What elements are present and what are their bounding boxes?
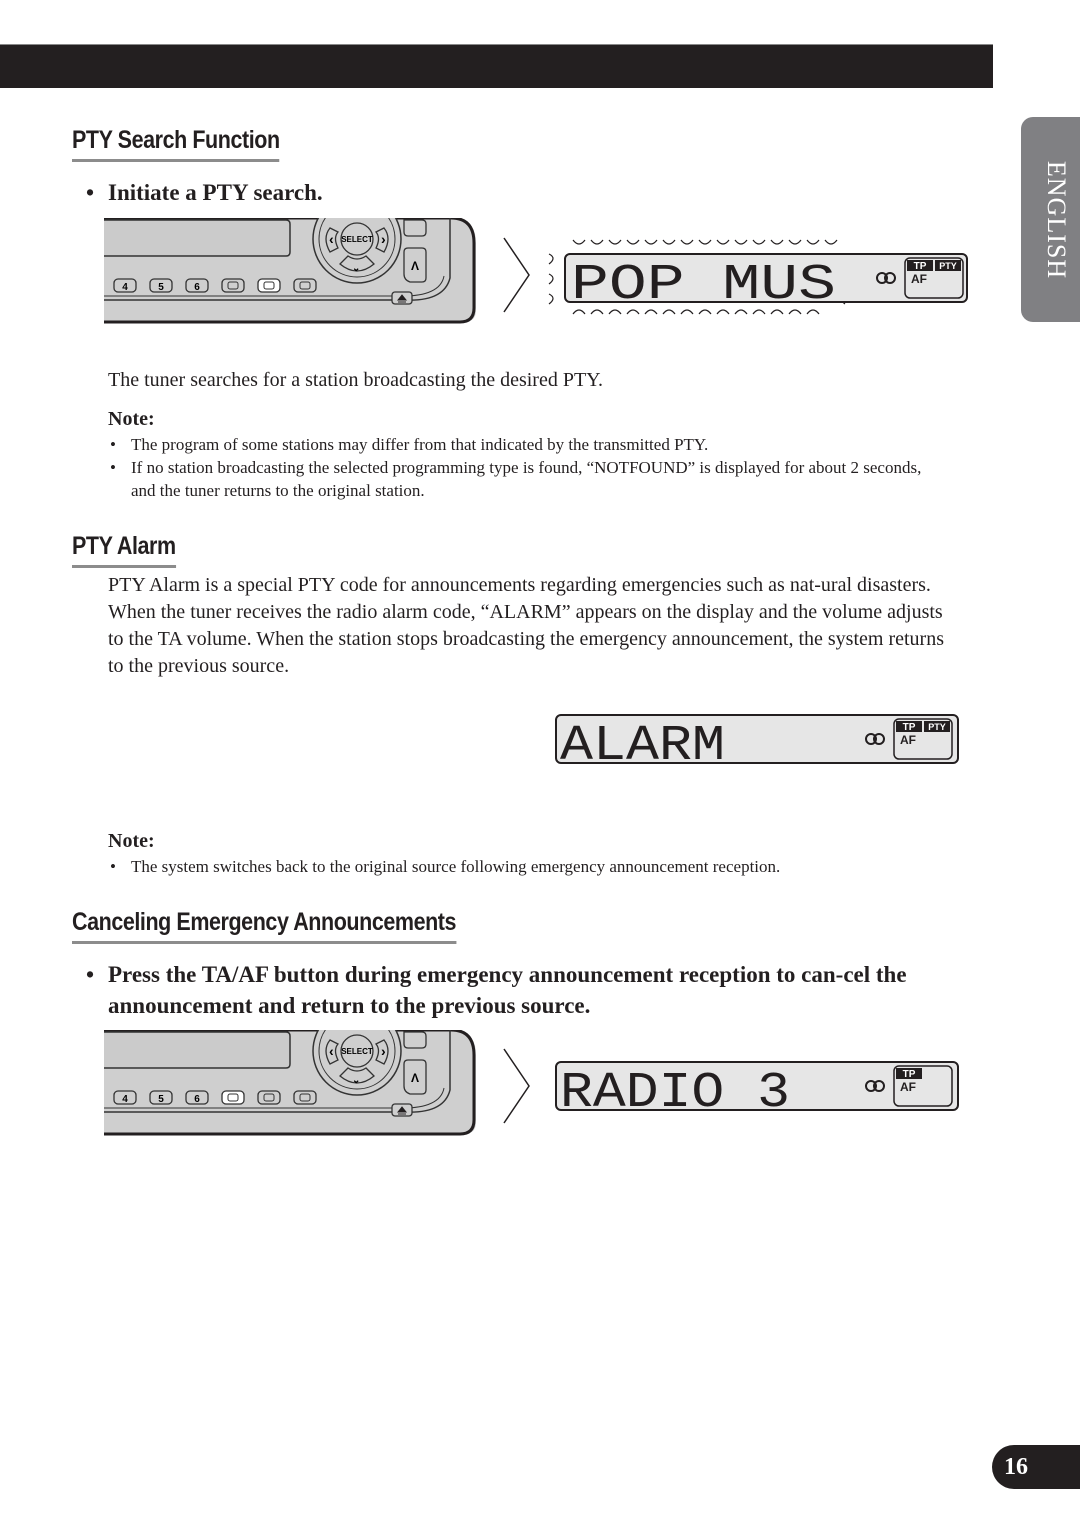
eject-button[interactable] [391,1103,413,1117]
section-title-pty-alarm: PTY Alarm [72,532,176,568]
pty-search-notes: The program of some stations may differ … [108,433,943,502]
select-label: SELECT [341,1047,373,1056]
af-indicator: AF [900,1080,916,1094]
preset-button-5[interactable]: 5 [149,278,173,293]
pty-alarm-notes: The system switches back to the original… [108,855,943,878]
preset-label: 4 [122,1094,128,1105]
pty-indicator: PTY [928,722,946,732]
preset-button-5[interactable]: 5 [149,1090,173,1105]
step-cancel-announcement: • Press the TA/AF button during emergenc… [86,959,943,1021]
section-title-canceling: Canceling Emergency Announcements [72,908,456,944]
preset-button-6[interactable]: 6 [185,278,209,293]
preset-button-blank-3[interactable] [293,278,317,293]
up-button[interactable]: Λ [403,1059,427,1095]
head-unit-illustration: 4 5 6 ‹ › ⌄ SELECT Λ [104,218,476,324]
eject-button[interactable] [391,291,413,305]
chevron-right-icon: › [381,1043,386,1059]
step-text: Initiate a PTY search. [108,180,323,205]
tp-indicator: TP [914,261,927,272]
chevron-down-icon: ⌄ [352,263,360,274]
up-label: Λ [411,1071,419,1085]
step-initiate-search: • Initiate a PTY search. [86,177,323,208]
preset-label: 6 [194,282,200,293]
lcd-text: RADIO 3 [560,1065,790,1113]
preset-button-4[interactable]: 4 [113,1090,137,1105]
top-right-button[interactable] [403,219,427,237]
note-item: If no station broadcasting the selected … [108,456,943,502]
up-button[interactable]: Λ [403,247,427,283]
lcd-display-alarm: ALARM TP PTY AF [555,714,959,766]
step-text: Press the TA/AF button during emergency … [108,962,907,1018]
chevron-left-icon: ‹ [329,231,334,247]
head-unit-illustration: 4 5 6 ‹ › ⌄ SELECT Λ [104,1030,476,1136]
pty-indicator: PTY [939,261,957,271]
lcd-text: POP MUS [571,257,836,314]
lcd-display-pop-mus: POP MUS TP PTY AF [548,239,968,315]
language-tab-label: ENGLISH [1042,160,1071,279]
arrow-right-icon [503,1048,530,1124]
chevron-down-icon: ⌄ [352,1075,360,1086]
tp-indicator: TP [903,1069,916,1080]
preset-label: 6 [194,1094,200,1105]
pty-alarm-description: PTY Alarm is a special PTY code for anno… [108,574,944,677]
chevron-left-icon: ‹ [329,1043,334,1059]
bullet-icon: • [86,180,95,205]
language-tab: ENGLISH [1021,117,1080,322]
preset-button-blank-2[interactable] [257,1090,281,1105]
preset-label: 5 [158,282,164,293]
note-item: The program of some stations may differ … [108,433,943,456]
preset-button-blank-1[interactable] [221,278,245,293]
top-right-button[interactable] [403,1031,427,1049]
page-number: 16 [992,1445,1080,1489]
preset-button-blank-3[interactable] [293,1090,317,1105]
note-item: The system switches back to the original… [108,855,943,878]
section-title-pty-search: PTY Search Function [72,126,280,162]
bullet-icon: • [86,962,95,987]
preset-button-4[interactable]: 4 [113,278,137,293]
up-label: Λ [411,259,419,273]
select-label: SELECT [341,235,373,244]
preset-button-6[interactable]: 6 [185,1090,209,1105]
lcd-display-radio: RADIO 3 TP AF [555,1061,959,1113]
note-label: Note: [108,830,155,852]
note-label: Note: [108,408,155,430]
arrow-right-icon [503,237,530,313]
af-indicator: AF [900,733,916,747]
header-bar [0,44,993,88]
af-indicator: AF [911,272,927,286]
preset-button-blank-2[interactable] [257,278,281,293]
chevron-right-icon: › [381,231,386,247]
preset-button-ta-af[interactable] [221,1090,245,1105]
preset-label: 4 [122,282,128,293]
pty-search-description: The tuner searches for a station broadca… [108,369,604,391]
lcd-text: ALARM [560,718,725,766]
tp-indicator: TP [903,722,916,733]
preset-label: 5 [158,1094,164,1105]
